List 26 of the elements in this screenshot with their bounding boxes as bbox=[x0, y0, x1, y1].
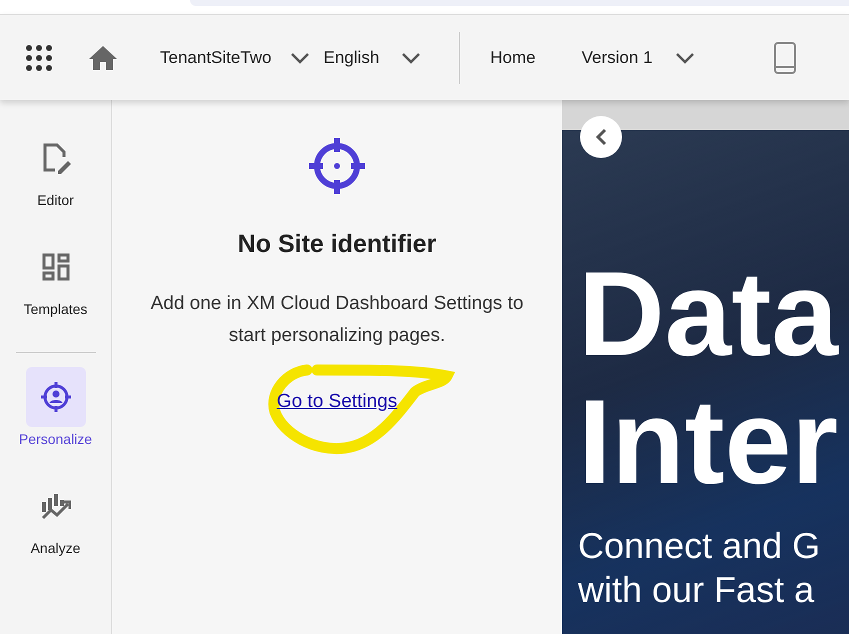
app-grid-icon[interactable] bbox=[26, 44, 52, 70]
target-person-icon bbox=[40, 381, 72, 413]
language-dropdown[interactable]: English bbox=[324, 44, 422, 70]
empty-state-title: No Site identifier bbox=[238, 229, 436, 260]
page-button[interactable]: Home bbox=[490, 44, 536, 70]
target-icon bbox=[307, 136, 367, 196]
chevron-down-icon bbox=[290, 52, 310, 64]
sidebar-item[interactable]: Analyze bbox=[26, 476, 86, 559]
chevron-left-icon bbox=[595, 128, 607, 146]
version-dropdown[interactable]: Version 1 bbox=[582, 44, 695, 70]
chart-trend-icon bbox=[40, 492, 70, 520]
site-dropdown[interactable]: TenantSiteTwo bbox=[160, 44, 310, 70]
layout-grid-icon bbox=[42, 253, 70, 281]
sidebar-item[interactable]: Editor bbox=[26, 128, 86, 211]
hero-headline: Inter bbox=[578, 378, 838, 506]
hero-subline: Connect and G bbox=[578, 524, 820, 568]
hero-subline: with our Fast a bbox=[578, 568, 814, 612]
chevron-down-icon bbox=[401, 52, 422, 64]
hero-headline: Data bbox=[578, 250, 838, 378]
empty-state-message: Add one in XM Cloud Dashboard Settings to start personalizing pages. bbox=[150, 292, 524, 348]
home-icon[interactable] bbox=[88, 44, 118, 70]
document-edit-icon bbox=[40, 142, 70, 174]
back-button[interactable] bbox=[580, 116, 622, 158]
mobile-device-icon[interactable] bbox=[772, 40, 797, 74]
sidebar-item[interactable]: Templates bbox=[24, 237, 88, 320]
chevron-down-icon bbox=[674, 52, 695, 64]
